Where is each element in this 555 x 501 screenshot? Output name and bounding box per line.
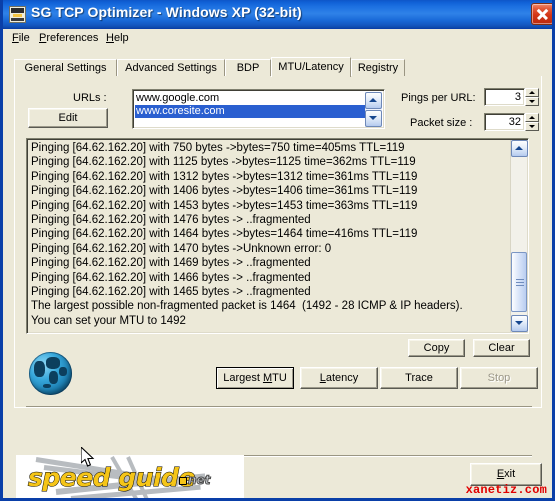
chevron-up-icon[interactable] <box>365 92 382 109</box>
urls-scrollbar[interactable] <box>365 92 382 127</box>
menu-file-rest: ile <box>18 32 30 44</box>
exit-label: Exit <box>496 468 516 480</box>
urls-label: URLs : <box>73 92 107 104</box>
watermark: xanetiz.com <box>465 483 547 497</box>
tab-registry[interactable]: Registry <box>351 59 405 76</box>
menu-item-preferences[interactable]: Preferences <box>39 32 98 44</box>
title-bar[interactable]: SG TCP Optimizer - Windows XP (32-bit) <box>3 0 552 29</box>
packet-size-stepper[interactable] <box>525 113 539 131</box>
window-title: SG TCP Optimizer - Windows XP (32-bit) <box>31 4 302 20</box>
speedguide-dot <box>179 477 187 485</box>
packet-size-input[interactable]: 32 <box>484 113 525 131</box>
tab-general-settings[interactable]: General Settings <box>14 59 117 76</box>
menu-item-file[interactable]: File <box>12 32 30 44</box>
menu-help-rest: elp <box>113 32 129 44</box>
menu-bar: File Preferences Help <box>3 29 552 48</box>
menu-item-help[interactable]: Help <box>106 32 129 44</box>
latency-label: Latency <box>319 372 359 384</box>
urls-listbox[interactable]: www.google.com www.coresite.com <box>132 89 385 129</box>
chevron-down-icon[interactable] <box>365 110 382 127</box>
pings-per-url-label: Pings per URL: <box>401 92 476 104</box>
menu-preferences-rest: references <box>46 32 99 44</box>
tab-strip: General Settings Advanced Settings BDP M… <box>14 57 541 77</box>
globe-icon <box>29 352 72 395</box>
ping-log-output[interactable]: Pinging [64.62.162.20] with 750 bytes ->… <box>26 138 529 334</box>
packet-size-label: Packet size : <box>410 117 473 129</box>
tab-advanced-settings[interactable]: Advanced Settings <box>117 59 225 76</box>
speedguide-logo[interactable]: speed guide net <box>16 455 244 498</box>
trace-button[interactable]: Trace <box>380 367 458 389</box>
scroll-grip-icon <box>516 279 524 286</box>
stop-button: Stop <box>460 367 538 389</box>
edit-urls-button[interactable]: Edit <box>28 108 108 128</box>
divider <box>26 406 532 408</box>
optimizer-app-icon <box>9 6 26 23</box>
close-icon[interactable] <box>531 3 552 25</box>
divider-bottom <box>242 455 532 457</box>
list-item[interactable]: www.google.com <box>135 92 363 105</box>
application-window: SG TCP Optimizer - Windows XP (32-bit) F… <box>0 0 555 501</box>
speedguide-wordmark: speed guide <box>28 463 196 493</box>
tab-bdp[interactable]: BDP <box>225 59 271 76</box>
pings-per-url-input[interactable]: 3 <box>484 88 525 106</box>
largest-mtu-label: Largest MTU <box>223 372 287 384</box>
log-scroll-up-icon[interactable] <box>511 140 528 157</box>
clear-button[interactable]: Clear <box>473 339 530 357</box>
ping-log-text: Pinging [64.62.162.20] with 750 bytes ->… <box>31 142 463 327</box>
speedguide-tld: net <box>187 473 211 488</box>
largest-mtu-button[interactable]: Largest MTU <box>216 367 294 389</box>
log-scroll-thumb[interactable] <box>511 252 527 312</box>
log-scrollbar[interactable] <box>510 140 528 332</box>
log-scroll-down-icon[interactable] <box>511 315 528 332</box>
latency-button[interactable]: Latency <box>300 367 378 389</box>
tab-mtu-latency[interactable]: MTU/Latency <box>271 57 351 77</box>
pings-per-url-stepper[interactable] <box>525 88 539 106</box>
copy-button[interactable]: Copy <box>408 339 465 357</box>
list-item[interactable]: www.coresite.com <box>135 105 365 118</box>
